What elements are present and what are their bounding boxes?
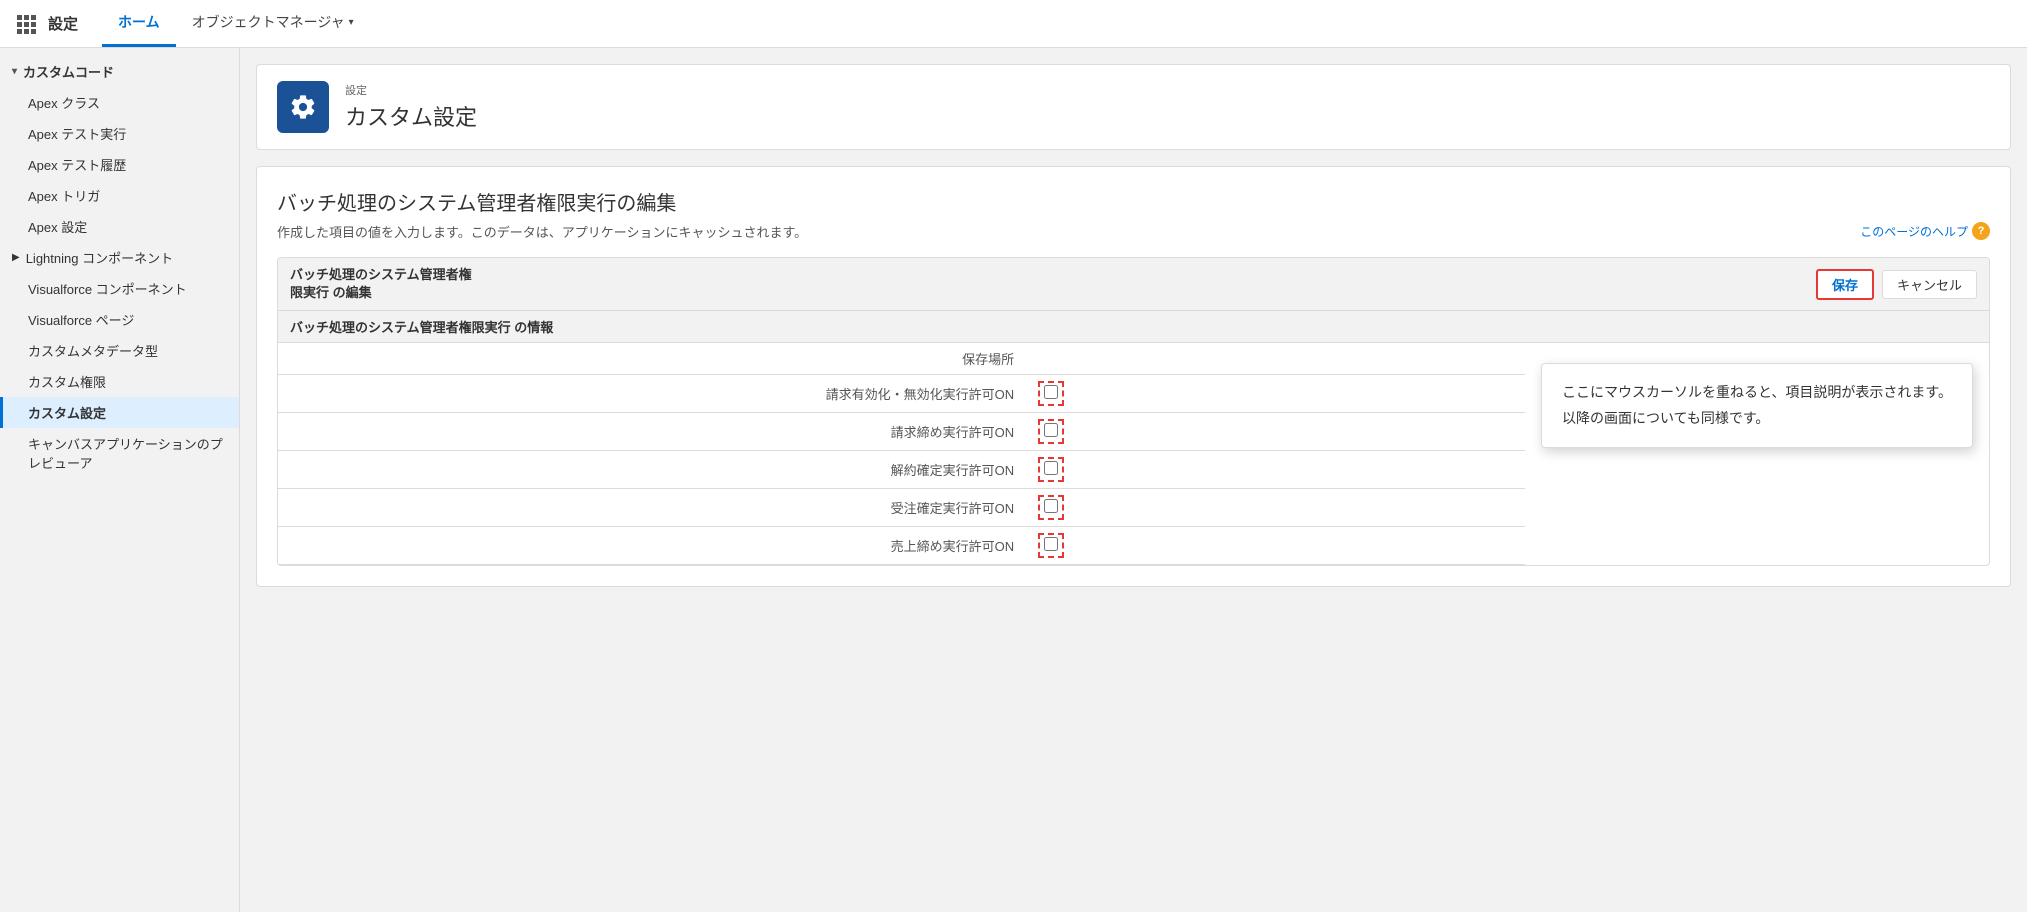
field-label-row1: 請求有効化・無効化実行許可ON <box>278 375 1026 413</box>
tooltip-line2: 以降の画面についても同様です。 <box>1562 406 1952 431</box>
field-value-row5 <box>1026 527 1525 565</box>
field-label-row2: 請求締め実行許可ON <box>278 413 1026 451</box>
nav-brand-label: 設定 <box>48 13 78 34</box>
save-button[interactable]: 保存 <box>1816 269 1874 300</box>
page-title: バッチ処理のシステム管理者権限実行の編集 <box>277 187 1990 216</box>
sidebar-item-apex-test-history[interactable]: Apex テスト履歴 <box>0 149 239 180</box>
form-toolbar-label: バッチ処理のシステム管理者権限実行 の編集 <box>290 266 1808 302</box>
sidebar-item-apex-settings[interactable]: Apex 設定 <box>0 211 239 242</box>
cancel-button[interactable]: キャンセル <box>1882 270 1977 299</box>
sidebar-section-lightning[interactable]: ▶ Lightning コンポーネント <box>0 242 239 273</box>
table-row: 受注確定実行許可ON <box>278 489 1525 527</box>
chevron-down-icon: ▾ <box>349 17 354 28</box>
page-header-text: 設定 カスタム設定 <box>345 82 477 132</box>
main-content: バッチ処理のシステム管理者権限実行の編集 作成した項目の値を入力します。このデー… <box>256 166 2011 587</box>
form-body: 保存場所 請求有効化・無効化実行許可ON <box>278 343 1989 565</box>
checkbox-row4[interactable] <box>1044 499 1058 513</box>
sidebar-item-custom-permission[interactable]: カスタム権限 <box>0 366 239 397</box>
checkbox-highlight-1 <box>1038 381 1064 406</box>
field-label-storage: 保存場所 <box>278 343 1026 375</box>
sidebar-item-custom-settings[interactable]: カスタム設定 <box>0 397 239 428</box>
checkbox-row2[interactable] <box>1044 423 1058 437</box>
table-row: 請求締め実行許可ON <box>278 413 1525 451</box>
table-row: 請求有効化・無効化実行許可ON <box>278 375 1525 413</box>
checkbox-row1[interactable] <box>1044 385 1058 399</box>
table-row: 保存場所 <box>278 343 1525 375</box>
sidebar-item-apex-test-run[interactable]: Apex テスト実行 <box>0 118 239 149</box>
form-table: 保存場所 請求有効化・無効化実行許可ON <box>278 343 1525 565</box>
chevron-down-icon: ▾ <box>12 66 17 77</box>
sidebar-item-visualforce-page[interactable]: Visualforce ページ <box>0 304 239 335</box>
checkbox-row3[interactable] <box>1044 461 1058 475</box>
checkbox-highlight-3 <box>1038 457 1064 482</box>
nav-tab-home[interactable]: ホーム <box>102 0 176 47</box>
page-header-icon <box>277 81 329 133</box>
field-value-row3 <box>1026 451 1525 489</box>
field-value-storage <box>1026 343 1525 375</box>
checkbox-highlight-4 <box>1038 495 1064 520</box>
form-table-wrapper: 保存場所 請求有効化・無効化実行許可ON <box>278 343 1525 565</box>
help-icon: ? <box>1972 222 1990 240</box>
sidebar-item-canvas-app[interactable]: キャンバスアプリケーションのプレビューア <box>0 428 239 478</box>
top-navigation: 設定 ホーム オブジェクトマネージャ ▾ <box>0 0 2027 48</box>
main-layout: ▾ カスタムコード Apex クラス Apex テスト実行 Apex テスト履歴… <box>0 48 2027 912</box>
sidebar-item-apex-trigger[interactable]: Apex トリガ <box>0 180 239 211</box>
page-header-title: カスタム設定 <box>345 100 477 132</box>
help-link[interactable]: このページのヘルプ ? <box>1860 222 1990 240</box>
app-launcher-icon[interactable] <box>12 10 40 38</box>
sidebar: ▾ カスタムコード Apex クラス Apex テスト実行 Apex テスト履歴… <box>0 48 240 912</box>
field-label-row3: 解約確定実行許可ON <box>278 451 1026 489</box>
chevron-right-icon: ▶ <box>12 252 20 263</box>
page-header-subtitle: 設定 <box>345 82 477 98</box>
field-value-row1 <box>1026 375 1525 413</box>
field-label-row4: 受注確定実行許可ON <box>278 489 1026 527</box>
nav-tab-object-manager[interactable]: オブジェクトマネージャ ▾ <box>176 0 370 47</box>
sidebar-section-custom-code[interactable]: ▾ カスタムコード <box>0 56 239 87</box>
field-value-row4 <box>1026 489 1525 527</box>
sidebar-item-custom-metadata[interactable]: カスタムメタデータ型 <box>0 335 239 366</box>
field-label-row5: 売上締め実行許可ON <box>278 527 1026 565</box>
page-subtitle: 作成した項目の値を入力します。このデータは、アプリケーションにキャッシュされます… <box>277 222 1990 241</box>
field-value-row2 <box>1026 413 1525 451</box>
tooltip-popup: ここにマウスカーソルを重ねると、項目説明が表示されます。 以降の画面についても同… <box>1541 363 1973 447</box>
table-row: 解約確定実行許可ON <box>278 451 1525 489</box>
form-card: バッチ処理のシステム管理者権限実行 の編集 保存 キャンセル バッチ処理のシステ… <box>277 257 1990 566</box>
form-toolbar: バッチ処理のシステム管理者権限実行 の編集 保存 キャンセル <box>278 258 1989 311</box>
checkbox-row5[interactable] <box>1044 537 1058 551</box>
sidebar-item-apex-class[interactable]: Apex クラス <box>0 87 239 118</box>
sidebar-item-visualforce-component[interactable]: Visualforce コンポーネント <box>0 273 239 304</box>
nav-tabs: ホーム オブジェクトマネージャ ▾ <box>102 0 370 47</box>
checkbox-highlight-5 <box>1038 533 1064 558</box>
tooltip-line1: ここにマウスカーソルを重ねると、項目説明が表示されます。 <box>1562 380 1952 405</box>
form-section-header: バッチ処理のシステム管理者権限実行 の情報 <box>278 311 1989 343</box>
content-area: 設定 カスタム設定 バッチ処理のシステム管理者権限実行の編集 作成した項目の値を… <box>240 48 2027 912</box>
checkbox-highlight-2 <box>1038 419 1064 444</box>
table-row: 売上締め実行許可ON <box>278 527 1525 565</box>
page-header-card: 設定 カスタム設定 <box>256 64 2011 150</box>
